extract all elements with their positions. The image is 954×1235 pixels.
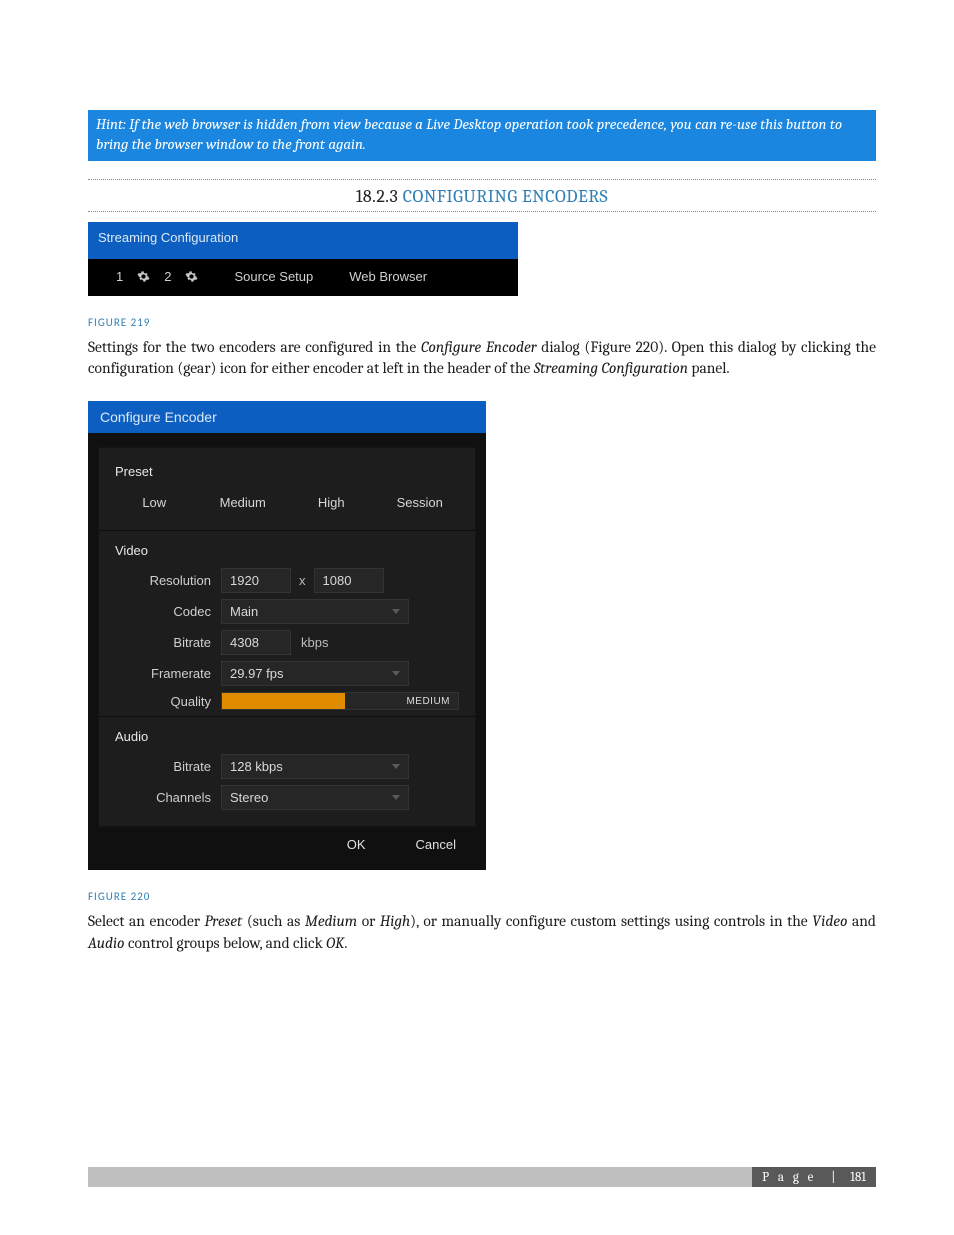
codec-label: Codec [115,604,221,619]
encoder-1-number: 1 [116,269,123,284]
text: control groups below, and click [125,934,327,952]
gear-icon[interactable] [137,270,150,283]
text: Settings for the two encoders are config… [88,338,421,356]
configure-encoder-screenshot: Configure Encoder Preset Low Medium High… [88,401,486,870]
streaming-config-menu: 1 2 Source Setup Web Browser [88,259,518,296]
preset-medium-button[interactable]: Medium [204,489,283,516]
page-sep: | [831,1170,835,1185]
audio-bitrate-field: Bitrate 128 kbps [115,754,459,779]
framerate-label: Framerate [115,666,221,681]
quality-field: Quality MEDIUM [115,692,459,710]
text: or [357,912,380,930]
bitrate-input[interactable]: 4308 [221,630,291,655]
text: Streaming Configuration [534,359,688,377]
bitrate-label: Bitrate [115,635,221,650]
channels-value: Stereo [230,790,268,805]
encoder-selectors: 1 2 [116,269,198,284]
divider [99,530,475,531]
codec-value: Main [230,604,258,619]
resolution-height-input[interactable]: 1080 [314,568,384,593]
divider [99,716,475,717]
divider [88,211,876,212]
framerate-select[interactable]: 29.97 fps [221,661,409,686]
preset-group-label: Preset [115,464,459,479]
cancel-button[interactable]: Cancel [416,837,456,852]
audio-bitrate-label: Bitrate [115,759,221,774]
text: OK [326,934,344,952]
framerate-value: 29.97 fps [230,666,284,681]
audio-bitrate-select[interactable]: 128 kbps [221,754,409,779]
text: Configure Encoder [421,338,537,356]
codec-select[interactable]: Main [221,599,409,624]
page-number-box: P a g e | 181 [752,1167,876,1187]
chevron-down-icon [392,609,400,614]
preset-high-button[interactable]: High [292,489,371,516]
resolution-field: Resolution 1920 x 1080 [115,568,459,593]
ok-button[interactable]: OK [347,837,366,852]
source-setup-label[interactable]: Source Setup [234,269,313,284]
page-label: P a g e [762,1170,816,1185]
text: Medium [305,912,357,930]
text: Select an encoder [88,912,205,930]
channels-select[interactable]: Stereo [221,785,409,810]
resolution-label: Resolution [115,573,221,588]
encoder-2-number: 2 [164,269,171,284]
hint-callout: Hint: If the web browser is hidden from … [88,110,876,161]
section-heading: 18.2.3 CONFIGURING ENCODERS [88,186,876,207]
text: ), or manually configure custom settings… [410,912,812,930]
preset-row: Low Medium High Session [115,489,459,516]
text: Audio [88,934,125,952]
section-title: CONFIGURING ENCODERS [403,186,608,207]
streaming-configuration-screenshot: Streaming Configuration 1 2 Source Setup… [88,222,518,296]
resolution-width-input[interactable]: 1920 [221,568,291,593]
bitrate-unit: kbps [301,635,328,650]
text: High [380,912,410,930]
page-sep [822,1170,825,1185]
audio-bitrate-value: 128 kbps [230,759,283,774]
configure-encoder-title: Configure Encoder [88,401,486,433]
chevron-down-icon [392,764,400,769]
resolution-separator: x [291,573,314,588]
quality-label: Quality [115,694,221,709]
chevron-down-icon [392,795,400,800]
page-footer: P a g e | 181 [88,1167,876,1187]
text: and [847,912,876,930]
figure-219-caption: FIGURE 219 [88,316,876,329]
bitrate-field: Bitrate 4308 kbps [115,630,459,655]
web-browser-label[interactable]: Web Browser [349,269,427,284]
framerate-field: Framerate 29.97 fps [115,661,459,686]
page-number: 181 [850,1170,866,1185]
quality-slider-fill [222,693,345,709]
text: Video [812,912,847,930]
figure-220-caption: FIGURE 220 [88,890,876,903]
text: (such as [242,912,305,930]
preset-session-button[interactable]: Session [381,489,460,516]
preset-low-button[interactable]: Low [115,489,194,516]
section-number: 18.2.3 [356,186,398,207]
quality-slider[interactable]: MEDIUM [221,692,459,710]
streaming-config-title: Streaming Configuration [88,222,518,259]
gear-icon[interactable] [185,270,198,283]
channels-label: Channels [115,790,221,805]
paragraph-2: Select an encoder Preset (such as Medium… [88,911,876,954]
text: Preset [205,912,243,930]
dialog-footer: OK Cancel [92,827,482,864]
divider [88,179,876,180]
quality-slider-value: MEDIUM [406,693,450,709]
audio-group-label: Audio [115,729,459,744]
chevron-down-icon [392,671,400,676]
text: panel. [688,359,730,377]
codec-field: Codec Main [115,599,459,624]
page-number [841,1170,844,1185]
video-group-label: Video [115,543,459,558]
channels-field: Channels Stereo [115,785,459,810]
text: . [344,934,347,952]
paragraph-1: Settings for the two encoders are config… [88,337,876,380]
